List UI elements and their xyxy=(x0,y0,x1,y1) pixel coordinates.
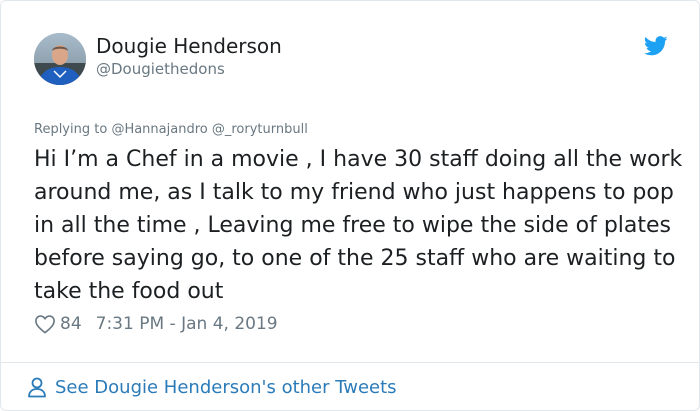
author-display-name[interactable]: Dougie Henderson xyxy=(96,34,282,58)
see-other-tweets-label[interactable]: See Dougie Henderson's other Tweets xyxy=(55,377,397,398)
heart-icon[interactable] xyxy=(34,314,56,334)
replying-to-label: Replying to xyxy=(34,122,108,137)
like-count[interactable]: 84 xyxy=(60,314,82,334)
tweet-text: Hi I’m a Chef in a movie , I have 30 sta… xyxy=(34,147,683,304)
see-other-tweets-link[interactable]: See Dougie Henderson's other Tweets xyxy=(26,373,397,401)
tweet-meta: 84 7:31 PM - Jan 4, 2019 xyxy=(34,312,278,336)
footer-divider xyxy=(1,362,699,363)
avatar[interactable] xyxy=(34,33,86,85)
mention-link[interactable]: @Hannajandro xyxy=(111,122,207,137)
mention-link[interactable]: @_roryturnbull xyxy=(212,122,308,137)
twitter-bird-icon[interactable] xyxy=(644,36,668,56)
replying-to-line: Replying to @Hannajandro @_roryturnbull xyxy=(34,121,308,139)
tweet-timestamp[interactable]: 7:31 PM - Jan 4, 2019 xyxy=(96,314,278,334)
person-icon xyxy=(28,377,46,398)
author-handle[interactable]: @Dougiethedons xyxy=(96,59,225,79)
avatar-image xyxy=(34,33,86,85)
embedded-tweet-card: Dougie Henderson @Dougiethedons Replying… xyxy=(0,0,700,411)
